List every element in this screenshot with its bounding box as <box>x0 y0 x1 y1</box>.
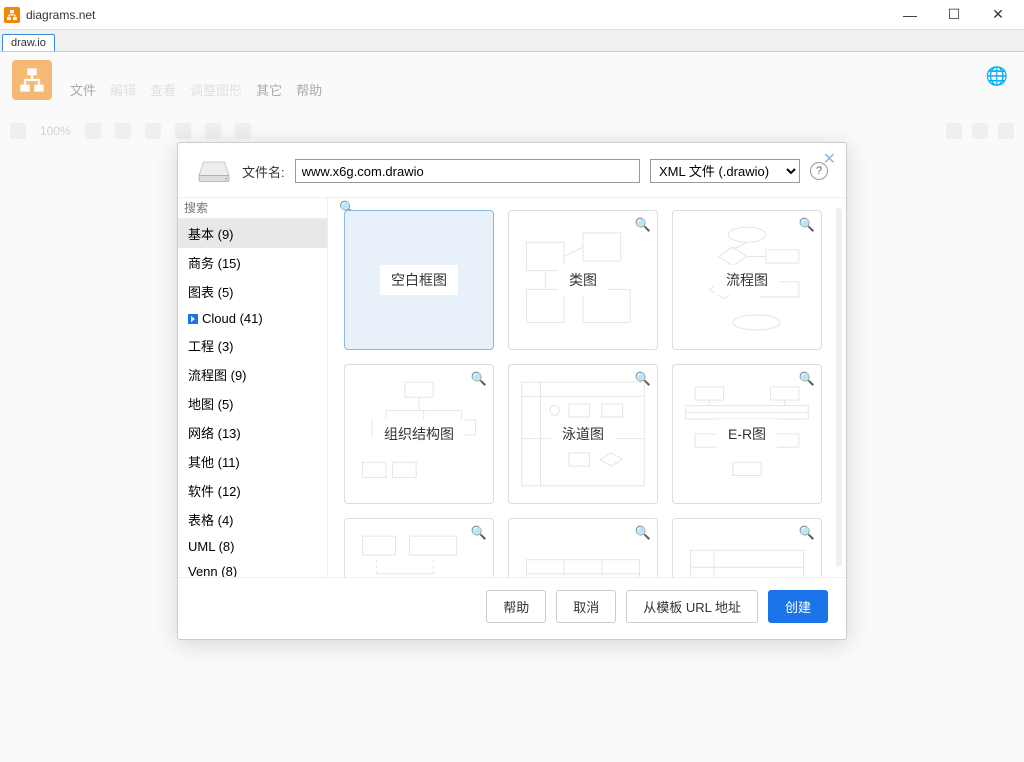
category-label: 工程 (3) <box>188 336 234 355</box>
help-button[interactable]: 帮助 <box>486 590 546 623</box>
window-titlebar: diagrams.net — ☐ ✕ <box>0 0 1024 30</box>
template-card[interactable]: 🔍 泳道图 <box>508 364 658 504</box>
cancel-button[interactable]: 取消 <box>556 590 616 623</box>
zoom-icon[interactable]: 🔍 <box>799 525 815 541</box>
template-grid-area: 空白框图 🔍 类图 🔍 流程图 🔍 组织结构图 🔍 泳道图 🔍 E-R图 🔍 Sequence 🔍 Simp… <box>328 198 846 577</box>
category-label: Cloud (41) <box>202 311 263 326</box>
category-item[interactable]: 图表 (5) <box>178 277 327 306</box>
close-window-button[interactable]: ✕ <box>976 0 1020 30</box>
category-item[interactable]: 商务 (15) <box>178 248 327 277</box>
category-item[interactable]: 软件 (12) <box>178 476 327 505</box>
expand-icon <box>188 314 198 324</box>
category-label: 商务 (15) <box>188 253 241 272</box>
template-card[interactable]: 🔍 Cross- <box>672 518 822 577</box>
category-label: UML (8) <box>188 539 234 554</box>
tab-strip: draw.io <box>0 30 1024 52</box>
category-label: 基本 (9) <box>188 224 234 243</box>
category-item[interactable]: 网络 (13) <box>178 418 327 447</box>
category-label: 软件 (12) <box>188 481 241 500</box>
zoom-icon[interactable]: 🔍 <box>471 525 487 541</box>
category-label: 网络 (13) <box>188 423 241 442</box>
category-item[interactable]: Venn (8) <box>178 559 327 577</box>
search-input[interactable] <box>184 201 339 215</box>
maximize-button[interactable]: ☐ <box>932 0 976 30</box>
template-label: 流程图 <box>715 265 779 295</box>
zoom-icon[interactable]: 🔍 <box>635 217 651 233</box>
category-item[interactable]: 工程 (3) <box>178 331 327 360</box>
template-card[interactable]: 空白框图 <box>344 210 494 350</box>
close-icon[interactable]: ✕ <box>823 149 836 169</box>
create-button[interactable]: 创建 <box>768 590 828 623</box>
template-label: 泳道图 <box>551 419 615 449</box>
category-label: 流程图 (9) <box>188 365 247 384</box>
category-label: 地图 (5) <box>188 394 234 413</box>
category-sidebar: 🔍 基本 (9)商务 (15)图表 (5)Cloud (41)工程 (3)流程图… <box>178 198 328 577</box>
zoom-icon[interactable]: 🔍 <box>635 525 651 541</box>
template-label: 空白框图 <box>380 265 458 295</box>
new-file-dialog: ✕ 文件名: XML 文件 (.drawio) ? 🔍 基本 (9)商务 <box>177 142 847 640</box>
minimize-button[interactable]: — <box>888 0 932 30</box>
category-label: 其他 (11) <box>188 452 240 471</box>
template-card[interactable]: 🔍 类图 <box>508 210 658 350</box>
filetype-select[interactable]: XML 文件 (.drawio) <box>650 159 800 183</box>
category-item[interactable]: 基本 (9) <box>178 219 327 248</box>
category-item[interactable]: 地图 (5) <box>178 389 327 418</box>
window-title: diagrams.net <box>26 8 95 22</box>
category-label: 图表 (5) <box>188 282 234 301</box>
template-card[interactable]: 🔍 组织结构图 <box>344 364 494 504</box>
tab-drawio[interactable]: draw.io <box>2 34 55 51</box>
category-item[interactable]: UML (8) <box>178 534 327 559</box>
template-card[interactable]: 🔍 流程图 <box>672 210 822 350</box>
category-item[interactable]: 其他 (11) <box>178 447 327 476</box>
category-label: Venn (8) <box>188 564 237 577</box>
category-item[interactable]: Cloud (41) <box>178 306 327 331</box>
zoom-icon[interactable]: 🔍 <box>799 217 815 233</box>
template-label: E-R图 <box>717 419 777 449</box>
template-card[interactable]: 🔍 E-R图 <box>672 364 822 504</box>
template-preview <box>517 527 649 577</box>
template-card[interactable]: 🔍 Simple <box>508 518 658 577</box>
app-background: 文件 编辑 查看 调整图形 其它 帮助 🌐 100% ✕ 文件名: XML <box>0 52 1024 762</box>
template-preview <box>353 527 485 577</box>
template-label: Simple <box>551 575 616 577</box>
category-label: 表格 (4) <box>188 510 234 529</box>
filename-label: 文件名: <box>242 162 285 181</box>
template-label: 类图 <box>558 265 608 295</box>
filename-input[interactable] <box>295 159 640 183</box>
zoom-icon[interactable]: 🔍 <box>471 371 487 387</box>
zoom-icon[interactable]: 🔍 <box>799 371 815 387</box>
modal-overlay: ✕ 文件名: XML 文件 (.drawio) ? 🔍 基本 (9)商务 <box>0 52 1024 762</box>
drive-icon <box>196 157 232 185</box>
template-card[interactable]: 🔍 Sequence <box>344 518 494 577</box>
category-item[interactable]: 表格 (4) <box>178 505 327 534</box>
template-label: 组织结构图 <box>373 419 465 449</box>
app-icon <box>4 7 20 23</box>
from-url-button[interactable]: 从模板 URL 地址 <box>626 590 758 623</box>
template-label: Sequence <box>376 575 461 577</box>
template-label: Cross- <box>715 575 778 577</box>
category-item[interactable]: 流程图 (9) <box>178 360 327 389</box>
template-preview <box>681 527 813 577</box>
zoom-icon[interactable]: 🔍 <box>635 371 651 387</box>
